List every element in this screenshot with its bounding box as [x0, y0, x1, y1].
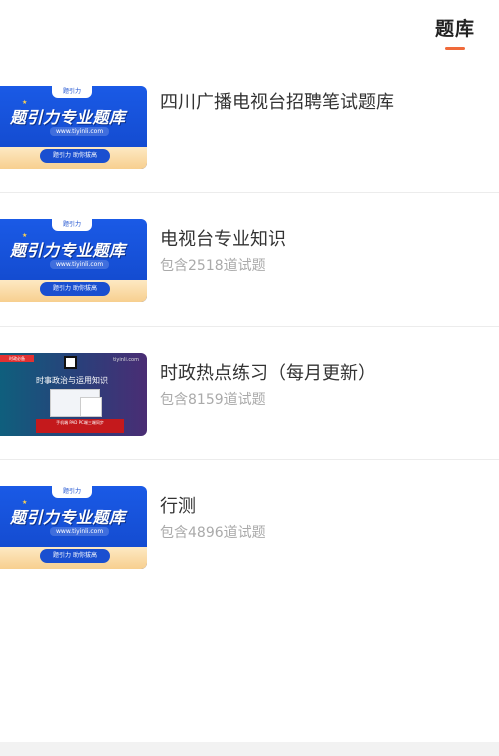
banner-headline: 题引力专业题库: [10, 108, 126, 127]
banner-image: 时政必备 tiyinli.com 时事政治与运用知识 手机端 PAD PC端三端…: [0, 352, 147, 436]
tab-label: 题库: [434, 18, 475, 40]
banner-tag: 时政必备: [0, 354, 34, 362]
banner-image: 题引力 ★ 题引力专业题库 www.tiyinli.com 题引力 助你拔高: [0, 219, 147, 302]
banner-headline: 题引力专业题库: [10, 241, 126, 260]
device-screen-image: [80, 396, 102, 417]
list-item[interactable]: 题引力 ★ 题引力专业题库 www.tiyinli.com 题引力 助你拔高 行…: [0, 460, 499, 594]
list-item[interactable]: 题引力 ★ 题引力专业题库 www.tiyinli.com 题引力 助你拔高 四…: [0, 60, 499, 193]
logo-badge: 题引力: [52, 486, 92, 498]
item-question-count: 包含2518道试题: [160, 258, 266, 274]
bottom-bar: [0, 742, 499, 756]
logo-badge: 题引力: [52, 86, 92, 98]
banner-url: www.tiyinli.com: [50, 127, 110, 136]
banner-slogan: 题引力 助你拔高: [40, 549, 110, 563]
tab-question-bank[interactable]: 题库: [435, 14, 475, 50]
banner-image: 题引力 ★ 题引力专业题库 www.tiyinli.com 题引力 助你拔高: [0, 86, 147, 169]
tab-active-indicator: [444, 47, 465, 50]
banner-slogan: 题引力 助你拔高: [40, 282, 110, 296]
banner-headline: 时事政治与运用知识: [36, 375, 108, 385]
logo-badge: 题引力: [52, 219, 92, 231]
list-item[interactable]: 题引力 ★ 题引力专业题库 www.tiyinli.com 题引力 助你拔高 电…: [0, 193, 499, 327]
item-title[interactable]: 时政热点练习（每月更新）: [160, 359, 376, 385]
list-item[interactable]: 时政必备 tiyinli.com 时事政治与运用知识 手机端 PAD PC端三端…: [0, 327, 499, 460]
top-header: 题库: [0, 0, 499, 60]
qr-code-icon: [64, 355, 77, 369]
item-question-count: 包含4896道试题: [160, 525, 266, 541]
banner-site: tiyinli.com: [113, 356, 139, 363]
item-thumbnail[interactable]: 题引力 ★ 题引力专业题库 www.tiyinli.com 题引力 助你拔高: [0, 486, 147, 569]
banner-redbar: 手机端 PAD PC端三端同步: [36, 418, 124, 433]
item-question-count: 包含8159道试题: [160, 391, 266, 408]
item-title[interactable]: 电视台专业知识: [160, 225, 286, 251]
banner-image: 题引力 ★ 题引力专业题库 www.tiyinli.com 题引力 助你拔高: [0, 486, 147, 569]
banner-slogan: 题引力 助你拔高: [40, 149, 110, 163]
banner-headline: 题引力专业题库: [10, 508, 126, 527]
banner-url: www.tiyinli.com: [50, 260, 110, 269]
item-thumbnail[interactable]: 题引力 ★ 题引力专业题库 www.tiyinli.com 题引力 助你拔高: [0, 219, 147, 302]
item-title[interactable]: 行测: [160, 492, 196, 518]
banner-url: www.tiyinli.com: [50, 527, 110, 536]
item-thumbnail[interactable]: 题引力 ★ 题引力专业题库 www.tiyinli.com 题引力 助你拔高: [0, 86, 147, 169]
question-bank-list: 题引力 ★ 题引力专业题库 www.tiyinli.com 题引力 助你拔高 四…: [0, 60, 499, 594]
item-thumbnail[interactable]: 时政必备 tiyinli.com 时事政治与运用知识 手机端 PAD PC端三端…: [0, 352, 147, 436]
item-title[interactable]: 四川广播电视台招聘笔试题库: [160, 88, 394, 114]
